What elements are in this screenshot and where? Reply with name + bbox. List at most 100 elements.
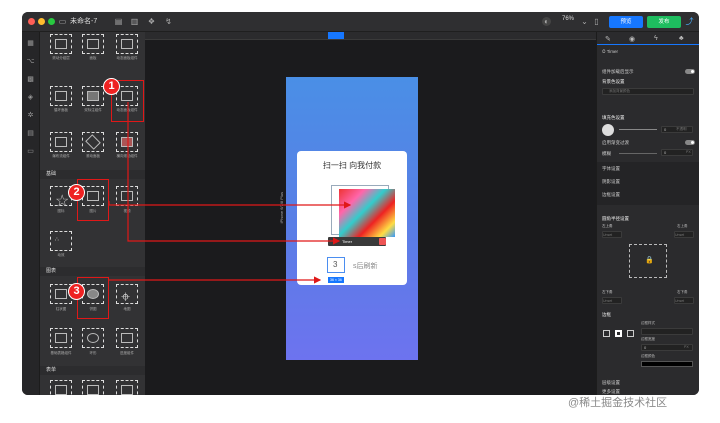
interaction-icon[interactable]: ↯ <box>164 17 173 26</box>
corner-tl-input[interactable]: Unset <box>602 231 622 238</box>
chevron-down-icon[interactable]: ⌄ <box>580 17 589 26</box>
card-title: 扫一扫 向我付款 <box>322 161 382 170</box>
border-title: 边框 <box>602 312 611 317</box>
tree-nav-icon[interactable]: ⌥ <box>26 58 35 66</box>
border-width-unit: PX <box>684 345 689 349</box>
plugin-nav-icon[interactable]: ✲ <box>26 112 35 120</box>
component-tab-icon[interactable]: ♣ <box>679 35 684 42</box>
show-when-loaded-toggle[interactable] <box>685 69 695 74</box>
component-icon[interactable]: ❖ <box>147 17 156 26</box>
corner-tr-label: 右上角 <box>677 224 688 228</box>
components-nav-icon[interactable]: ▩ <box>26 76 35 84</box>
border-width-input[interactable]: 0 PX <box>641 344 693 351</box>
library-tile-video[interactable] <box>116 186 138 206</box>
tile-label: 基础表格组件 <box>50 351 72 355</box>
device-icon[interactable]: ▯ <box>592 17 601 26</box>
publish-label: 发布 <box>658 19 670 25</box>
element-toolbar[interactable]: Timer <box>328 237 386 246</box>
library-tile-checkbox[interactable] <box>50 380 72 395</box>
border-style-select[interactable] <box>641 328 693 335</box>
border-color-swatch[interactable] <box>641 361 693 367</box>
publish-button[interactable]: 发布 <box>647 16 681 28</box>
refresh-text: s后刷新 <box>353 263 378 270</box>
tile-label: 动效 <box>57 253 65 257</box>
lock-icon[interactable]: 🔒 <box>645 256 654 264</box>
tile-label: 瀑布流组件 <box>52 154 70 158</box>
opacity-slider[interactable] <box>619 129 657 130</box>
library-tile[interactable] <box>116 34 138 54</box>
corner-bl-input[interactable]: Unset <box>602 297 622 304</box>
bg-color-input[interactable]: 添加背景颜色 <box>602 88 694 95</box>
tile-label: 横向滚动组件 <box>116 154 138 158</box>
zoom-level[interactable]: 76% <box>562 16 574 22</box>
title-bar: ▭ 未命名-7 ▤ ▥ ❖ ↯ ◐ 76% ⌄ ▯ 预览 发布 ⤴ <box>22 12 699 32</box>
tile-label: 地图 <box>123 307 131 311</box>
maximize-window-button[interactable] <box>48 18 55 25</box>
component-name-text: Timer <box>606 49 619 54</box>
blur-slider[interactable] <box>619 153 657 154</box>
pages-nav-icon[interactable]: ▦ <box>26 40 35 48</box>
layer-settings[interactable]: 层级设置 <box>602 380 620 386</box>
timer-selection[interactable]: 3 <box>327 257 345 273</box>
library-tile[interactable] <box>82 380 104 395</box>
layers-icon[interactable]: ▥ <box>130 17 139 26</box>
left-nav: ▦ ⌥ ▩ ◈ ✲ ▤ ▭ <box>22 32 40 395</box>
data-nav-icon[interactable]: ▤ <box>26 130 35 138</box>
opacity-unit: 不透明 <box>676 127 687 131</box>
library-tile[interactable] <box>82 132 104 152</box>
theme-icon[interactable]: ◐ <box>542 17 551 26</box>
library-tile[interactable] <box>50 86 72 106</box>
assets-nav-icon[interactable]: ◈ <box>26 94 35 102</box>
sidebar-toggle-icon[interactable]: ▭ <box>58 17 67 26</box>
fill-swatch[interactable] <box>602 124 614 136</box>
gradient-toggle[interactable] <box>685 140 695 145</box>
library-tile[interactable] <box>50 132 72 152</box>
countdown-value: 3 <box>333 260 338 269</box>
border-side-all[interactable] <box>615 330 622 337</box>
library-tile[interactable] <box>50 34 72 54</box>
corner-tr-input[interactable]: Unset <box>674 231 694 238</box>
settings-nav-icon[interactable]: ▭ <box>26 148 35 156</box>
tile-label: 滚动面板 <box>86 154 100 158</box>
library-tile-map[interactable]: ⌖ <box>116 284 138 306</box>
close-window-button[interactable] <box>28 18 35 25</box>
library-tile[interactable] <box>116 132 138 152</box>
library-tile[interactable] <box>116 380 138 395</box>
step-badge-2: 2 <box>68 184 85 201</box>
opacity-input[interactable]: 0 不透明 <box>661 126 693 133</box>
interaction-tab-icon[interactable]: ◉ <box>629 35 635 43</box>
corner-br-input[interactable]: Unset <box>674 297 694 304</box>
section-header-chart: 图表 <box>40 267 145 276</box>
library-tile[interactable] <box>82 86 104 106</box>
library-tile[interactable] <box>82 328 104 348</box>
border-side-right[interactable] <box>627 330 634 337</box>
border-side-left[interactable] <box>603 330 610 337</box>
design-canvas[interactable]: iPhone 6/7/8 Plus 扫一扫 向我付款 Timer 3 s后刷新 … <box>145 32 596 395</box>
phone-artboard[interactable]: 扫一扫 向我付款 Timer 3 s后刷新 36 × 36 <box>286 77 418 360</box>
minimize-window-button[interactable] <box>38 18 45 25</box>
corner-preview: 🔒 <box>629 244 667 278</box>
style-tab-icon[interactable]: ✎ <box>605 35 611 43</box>
toolbar-delete-icon[interactable] <box>379 238 386 245</box>
page-icon[interactable]: ▤ <box>114 17 123 26</box>
corner-tl-unit: Unset <box>603 233 613 237</box>
library-tile-motion[interactable]: ∴ <box>50 231 72 251</box>
device-label: iPhone 6/7/8 Plus <box>279 192 284 224</box>
preview-button[interactable]: 预览 <box>609 16 643 28</box>
blur-unit: PX <box>686 150 691 154</box>
library-tile[interactable] <box>82 34 104 54</box>
step-badge-3: 3 <box>68 283 85 300</box>
font-settings[interactable]: 字体设置 <box>602 166 620 172</box>
qr-image[interactable] <box>339 189 395 237</box>
tile-label: 面板 <box>89 56 97 60</box>
payment-card[interactable]: 扫一扫 向我付款 Timer 3 s后刷新 36 × 36 <box>297 151 407 285</box>
border-style-label: 边框样式 <box>641 321 655 325</box>
share-icon[interactable]: ⤴ <box>685 17 694 26</box>
library-tile[interactable] <box>50 328 72 348</box>
shadow-settings[interactable]: 阴影设置 <box>602 179 620 185</box>
library-tile[interactable] <box>116 328 138 348</box>
action-tab-icon[interactable]: ϟ <box>654 35 658 42</box>
border-settings-link[interactable]: 边框设置 <box>602 192 620 198</box>
blur-input[interactable]: 0 PX <box>661 149 693 156</box>
tile-label: 视频 <box>123 209 131 213</box>
